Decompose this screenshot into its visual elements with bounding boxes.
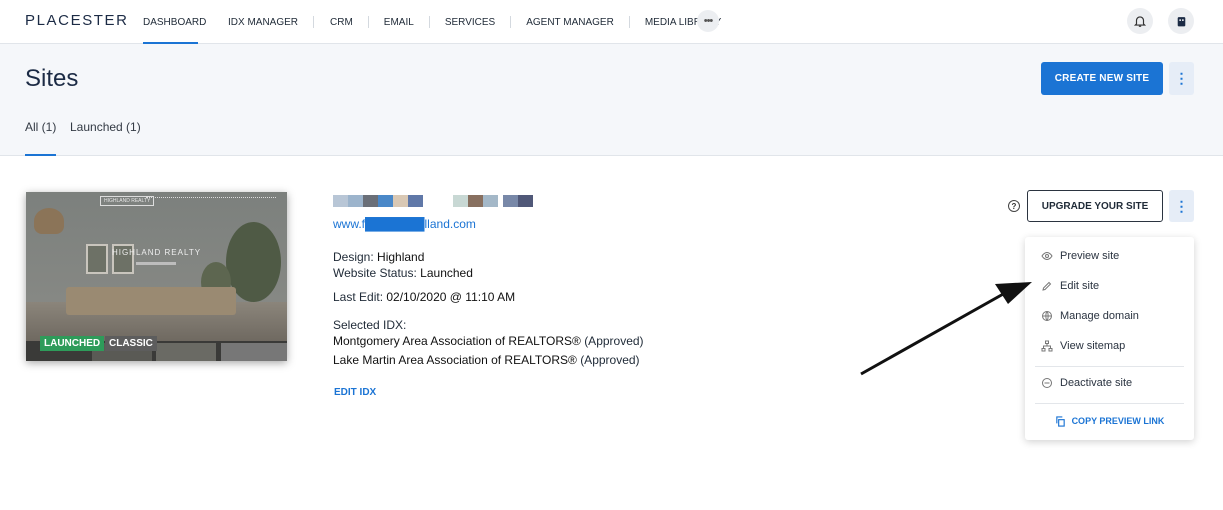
annotation-arrow-head xyxy=(995,282,1032,304)
annotation-arrow xyxy=(860,282,1032,376)
annotation-arrow-shaft xyxy=(860,291,1006,376)
